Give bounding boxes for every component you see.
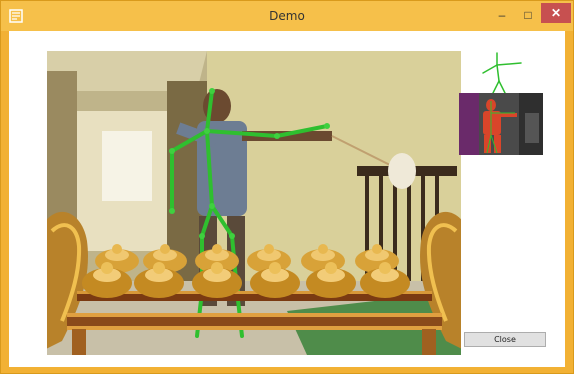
camera-view bbox=[47, 51, 461, 355]
minimize-button[interactable]: – bbox=[489, 5, 515, 25]
close-button[interactable]: Close bbox=[464, 332, 546, 347]
skeleton-icon bbox=[475, 51, 545, 94]
client-area: Close bbox=[9, 31, 565, 367]
maximize-button[interactable]: □ bbox=[515, 5, 541, 25]
title-bar[interactable]: Demo – □ ✕ bbox=[1, 1, 573, 31]
window-title: Demo bbox=[269, 9, 305, 23]
close-window-button[interactable]: ✕ bbox=[541, 3, 571, 23]
app-window: Demo – □ ✕ Close bbox=[0, 0, 574, 374]
depth-view bbox=[459, 93, 543, 155]
